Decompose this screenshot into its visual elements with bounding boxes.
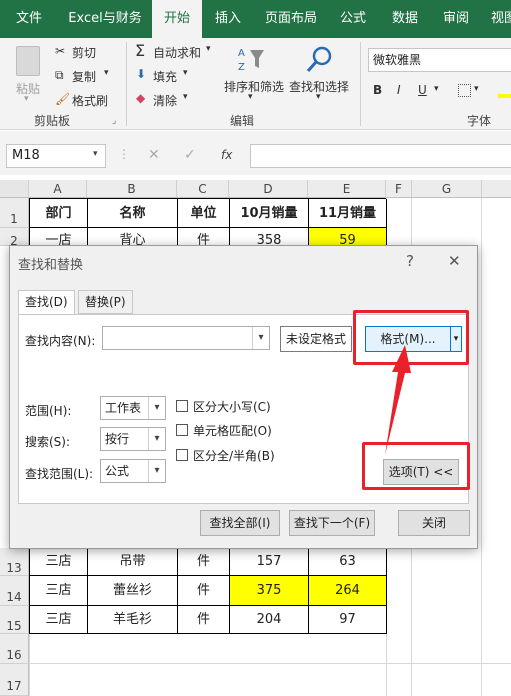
annotation-arrow [385,345,411,455]
